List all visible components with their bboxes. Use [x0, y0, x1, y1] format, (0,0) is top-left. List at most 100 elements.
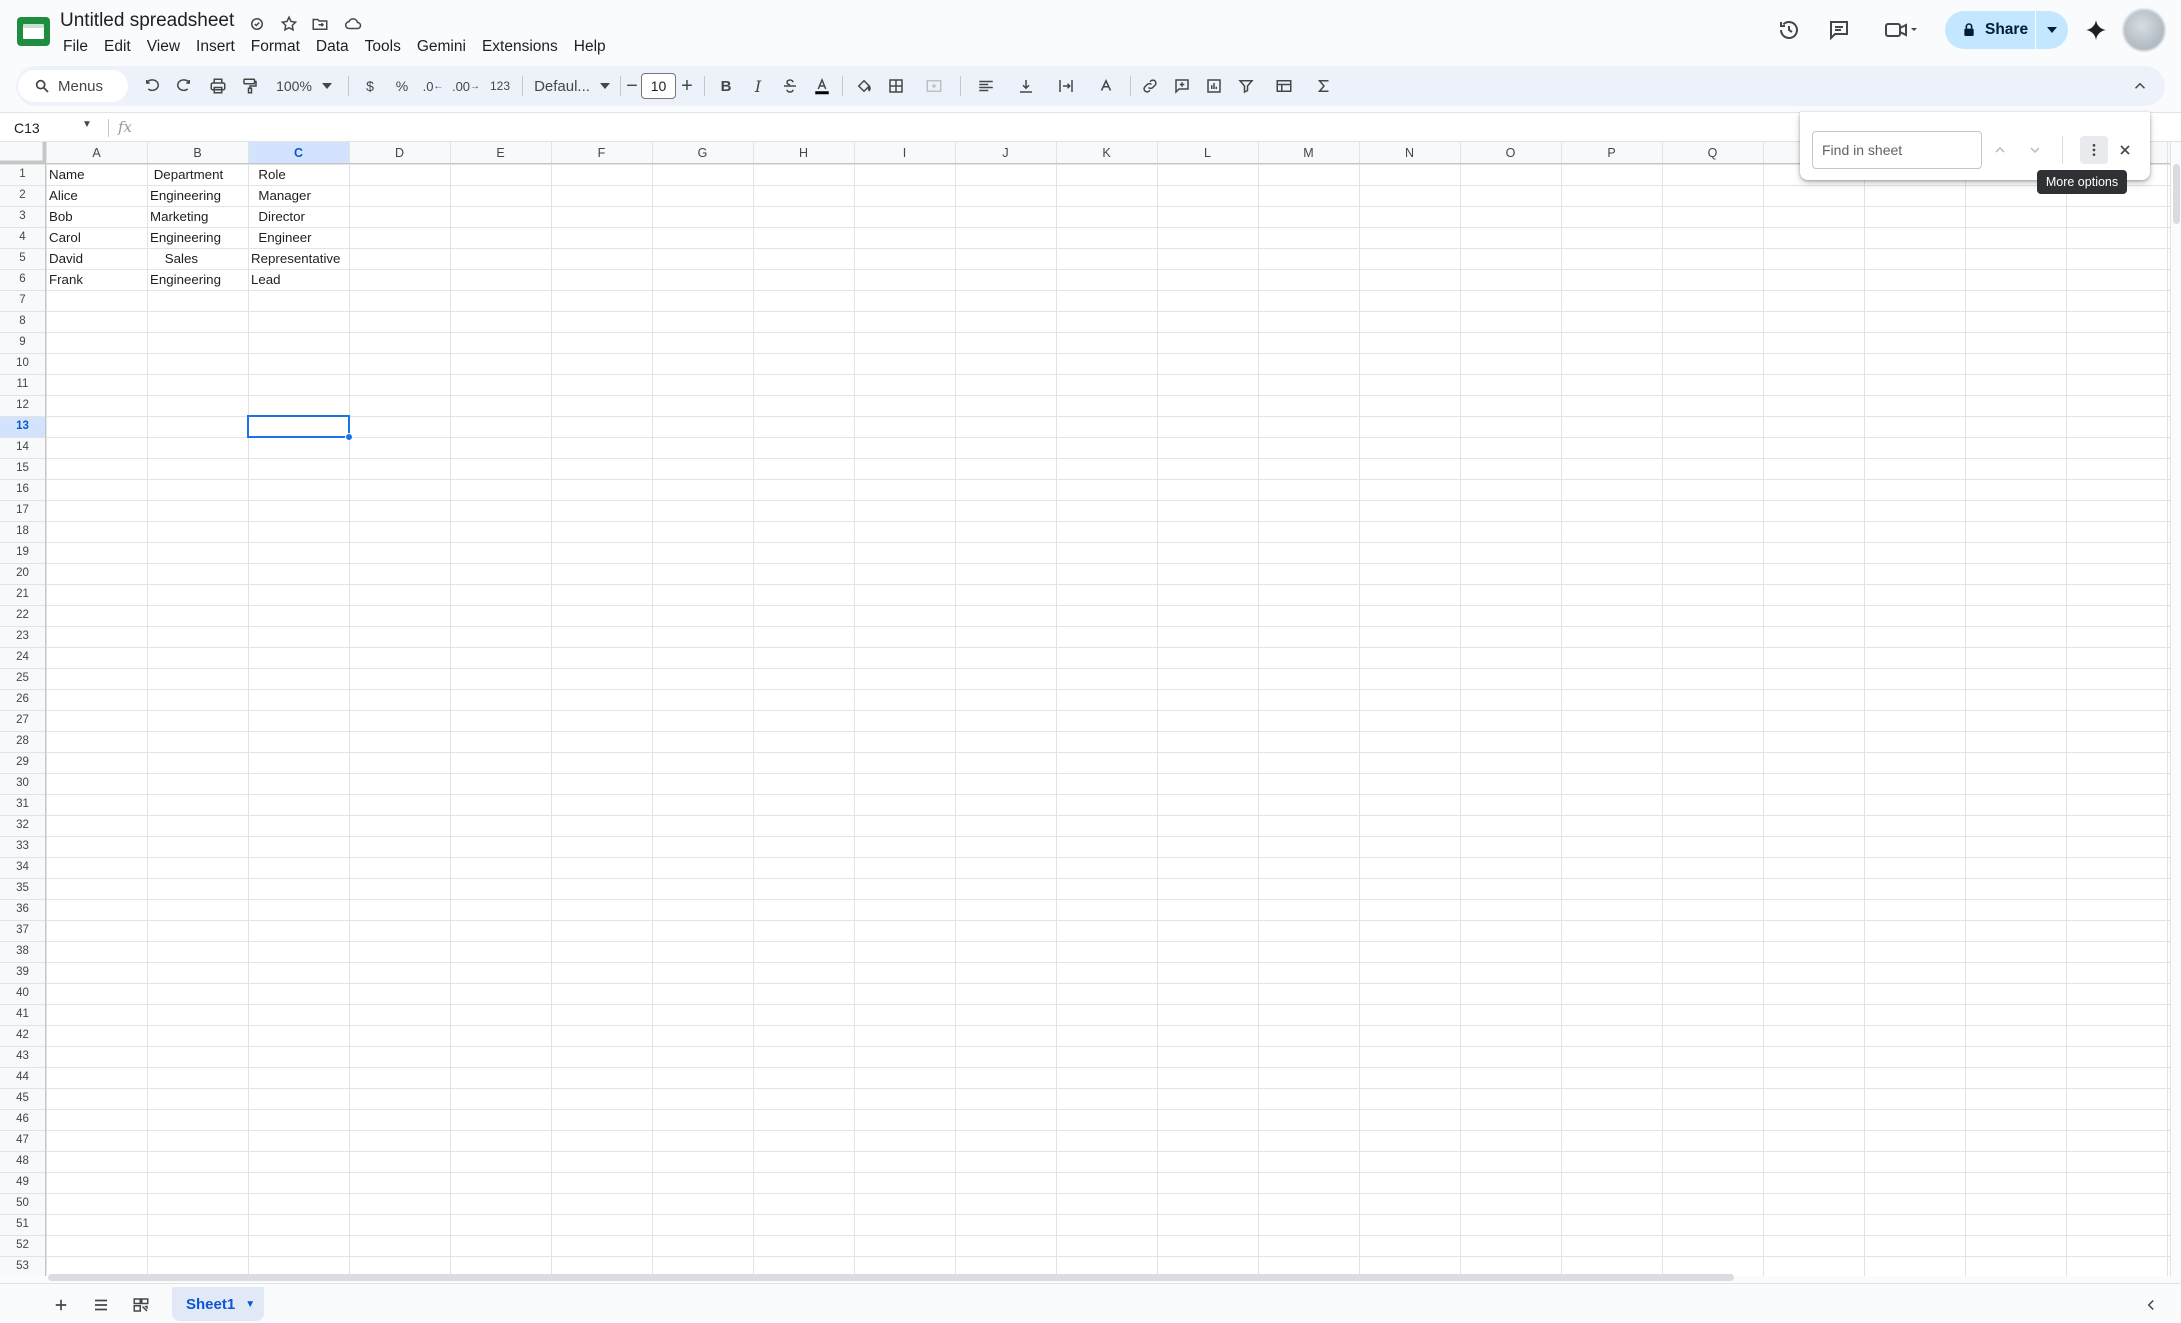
menu-help[interactable]: Help [566, 36, 614, 58]
decrease-font-size-button[interactable]: − [624, 72, 640, 100]
gemini-spark-icon[interactable] [2080, 14, 2112, 46]
horizontal-align-icon[interactable] [968, 72, 1004, 100]
add-sheet-icon[interactable] [48, 1292, 74, 1318]
row-header[interactable]: 8 [0, 311, 45, 332]
explore-icon[interactable] [128, 1292, 154, 1318]
row-header[interactable]: 7 [0, 290, 45, 311]
text-wrapping-icon[interactable] [1048, 72, 1084, 100]
row-header[interactable]: 10 [0, 353, 45, 374]
row-header[interactable]: 37 [0, 920, 45, 941]
row-header[interactable]: 18 [0, 521, 45, 542]
strikethrough-icon[interactable] [776, 72, 804, 100]
row-header[interactable]: 5 [0, 248, 45, 269]
column-header-a[interactable]: A [46, 142, 147, 164]
share-main[interactable]: Share [1945, 11, 2035, 49]
row-header[interactable]: 26 [0, 689, 45, 710]
cell-a6[interactable]: Frank [46, 269, 83, 290]
row-header[interactable]: 36 [0, 899, 45, 920]
move-folder-icon[interactable] [308, 12, 332, 36]
redo-icon[interactable] [170, 72, 198, 100]
row-header[interactable]: 44 [0, 1067, 45, 1088]
insert-chart-icon[interactable] [1200, 72, 1228, 100]
row-header[interactable]: 23 [0, 626, 45, 647]
star-icon[interactable] [277, 12, 301, 36]
share-dropdown[interactable] [2036, 11, 2068, 49]
row-header[interactable]: 4 [0, 227, 45, 248]
vertical-scrollbar[interactable] [2170, 142, 2181, 1276]
merge-cells-icon[interactable] [914, 72, 954, 100]
borders-icon[interactable] [882, 72, 910, 100]
column-header-q[interactable]: Q [1662, 142, 1763, 164]
cell-b2[interactable]: Engineering [147, 185, 221, 206]
cell-b6[interactable]: Engineering [147, 269, 221, 290]
collapse-side-panel-icon[interactable] [2138, 1292, 2164, 1318]
insert-link-icon[interactable] [1136, 72, 1164, 100]
document-title[interactable]: Untitled spreadsheet [60, 10, 234, 32]
menu-data[interactable]: Data [308, 36, 357, 58]
font-size-input[interactable]: 10 [641, 73, 676, 99]
filter-icon[interactable] [1232, 72, 1260, 100]
vertical-align-icon[interactable] [1008, 72, 1044, 100]
cell-c2[interactable]: Manager [248, 185, 311, 206]
row-header[interactable]: 33 [0, 836, 45, 857]
row-header[interactable]: 27 [0, 710, 45, 731]
spreadsheet-grid[interactable]: A B C D E F G H I J K L M N O P Q 1 2 3 4 5 6 7 8 9 10 11 12 13 14 15 16… [0, 142, 2170, 1276]
row-header[interactable]: 25 [0, 668, 45, 689]
version-history-icon[interactable] [1773, 14, 1805, 46]
row-header[interactable]: 35 [0, 878, 45, 899]
percent-format-button[interactable]: % [388, 72, 416, 100]
row-header[interactable]: 9 [0, 332, 45, 353]
row-header[interactable]: 1 [0, 164, 45, 185]
cell-c4[interactable]: Engineer [248, 227, 311, 248]
paint-format-icon[interactable] [236, 72, 264, 100]
close-icon[interactable] [2111, 136, 2139, 164]
print-icon[interactable] [204, 72, 232, 100]
increase-font-size-button[interactable]: + [678, 72, 696, 100]
horizontal-scroll-thumb[interactable] [48, 1274, 1734, 1281]
row-header[interactable]: 3 [0, 206, 45, 227]
horizontal-scrollbar[interactable] [0, 1272, 2170, 1282]
column-header-i[interactable]: I [854, 142, 955, 164]
row-header[interactable]: 17 [0, 500, 45, 521]
column-header-l[interactable]: L [1157, 142, 1258, 164]
text-rotation-icon[interactable] [1088, 72, 1124, 100]
badge-icon[interactable] [245, 12, 269, 36]
column-header-d[interactable]: D [349, 142, 450, 164]
previous-match-icon[interactable] [1986, 136, 2014, 164]
bold-button[interactable]: B [712, 72, 740, 100]
cell-b5[interactable]: Sales [147, 248, 198, 269]
column-header-p[interactable]: P [1561, 142, 1662, 164]
vertical-scroll-thumb[interactable] [2173, 164, 2180, 224]
cell-c6[interactable]: Lead [248, 269, 281, 290]
row-header[interactable]: 16 [0, 479, 45, 500]
cell-a2[interactable]: Alice [46, 185, 78, 206]
menu-gemini[interactable]: Gemini [409, 36, 474, 58]
menu-view[interactable]: View [139, 36, 188, 58]
row-header[interactable]: 14 [0, 437, 45, 458]
row-header[interactable]: 39 [0, 962, 45, 983]
decrease-decimal-button[interactable]: .0 ← [418, 72, 448, 100]
column-header-g[interactable]: G [652, 142, 753, 164]
menus-search[interactable]: Menus [18, 70, 128, 102]
row-header[interactable]: 52 [0, 1235, 45, 1256]
menu-extensions[interactable]: Extensions [474, 36, 566, 58]
cell-a1[interactable]: Name [46, 164, 84, 185]
cell-b4[interactable]: Engineering [147, 227, 221, 248]
collapse-toolbar-icon[interactable] [2126, 72, 2154, 100]
row-header[interactable]: 40 [0, 983, 45, 1004]
text-color-icon[interactable] [808, 72, 836, 100]
row-header[interactable]: 11 [0, 374, 45, 395]
caret-down-icon[interactable]: ▼ [245, 1299, 255, 1310]
find-in-sheet-input[interactable]: Find in sheet [1812, 131, 1982, 169]
column-header-n[interactable]: N [1359, 142, 1460, 164]
row-header[interactable]: 22 [0, 605, 45, 626]
cell-a3[interactable]: Bob [46, 206, 73, 227]
column-header-c[interactable]: C [248, 142, 349, 164]
row-header[interactable]: 41 [0, 1004, 45, 1025]
row-header[interactable]: 38 [0, 941, 45, 962]
more-options-icon[interactable] [2080, 136, 2108, 164]
menu-tools[interactable]: Tools [357, 36, 409, 58]
row-header[interactable]: 12 [0, 395, 45, 416]
row-header[interactable]: 29 [0, 752, 45, 773]
fill-handle[interactable] [345, 433, 353, 441]
